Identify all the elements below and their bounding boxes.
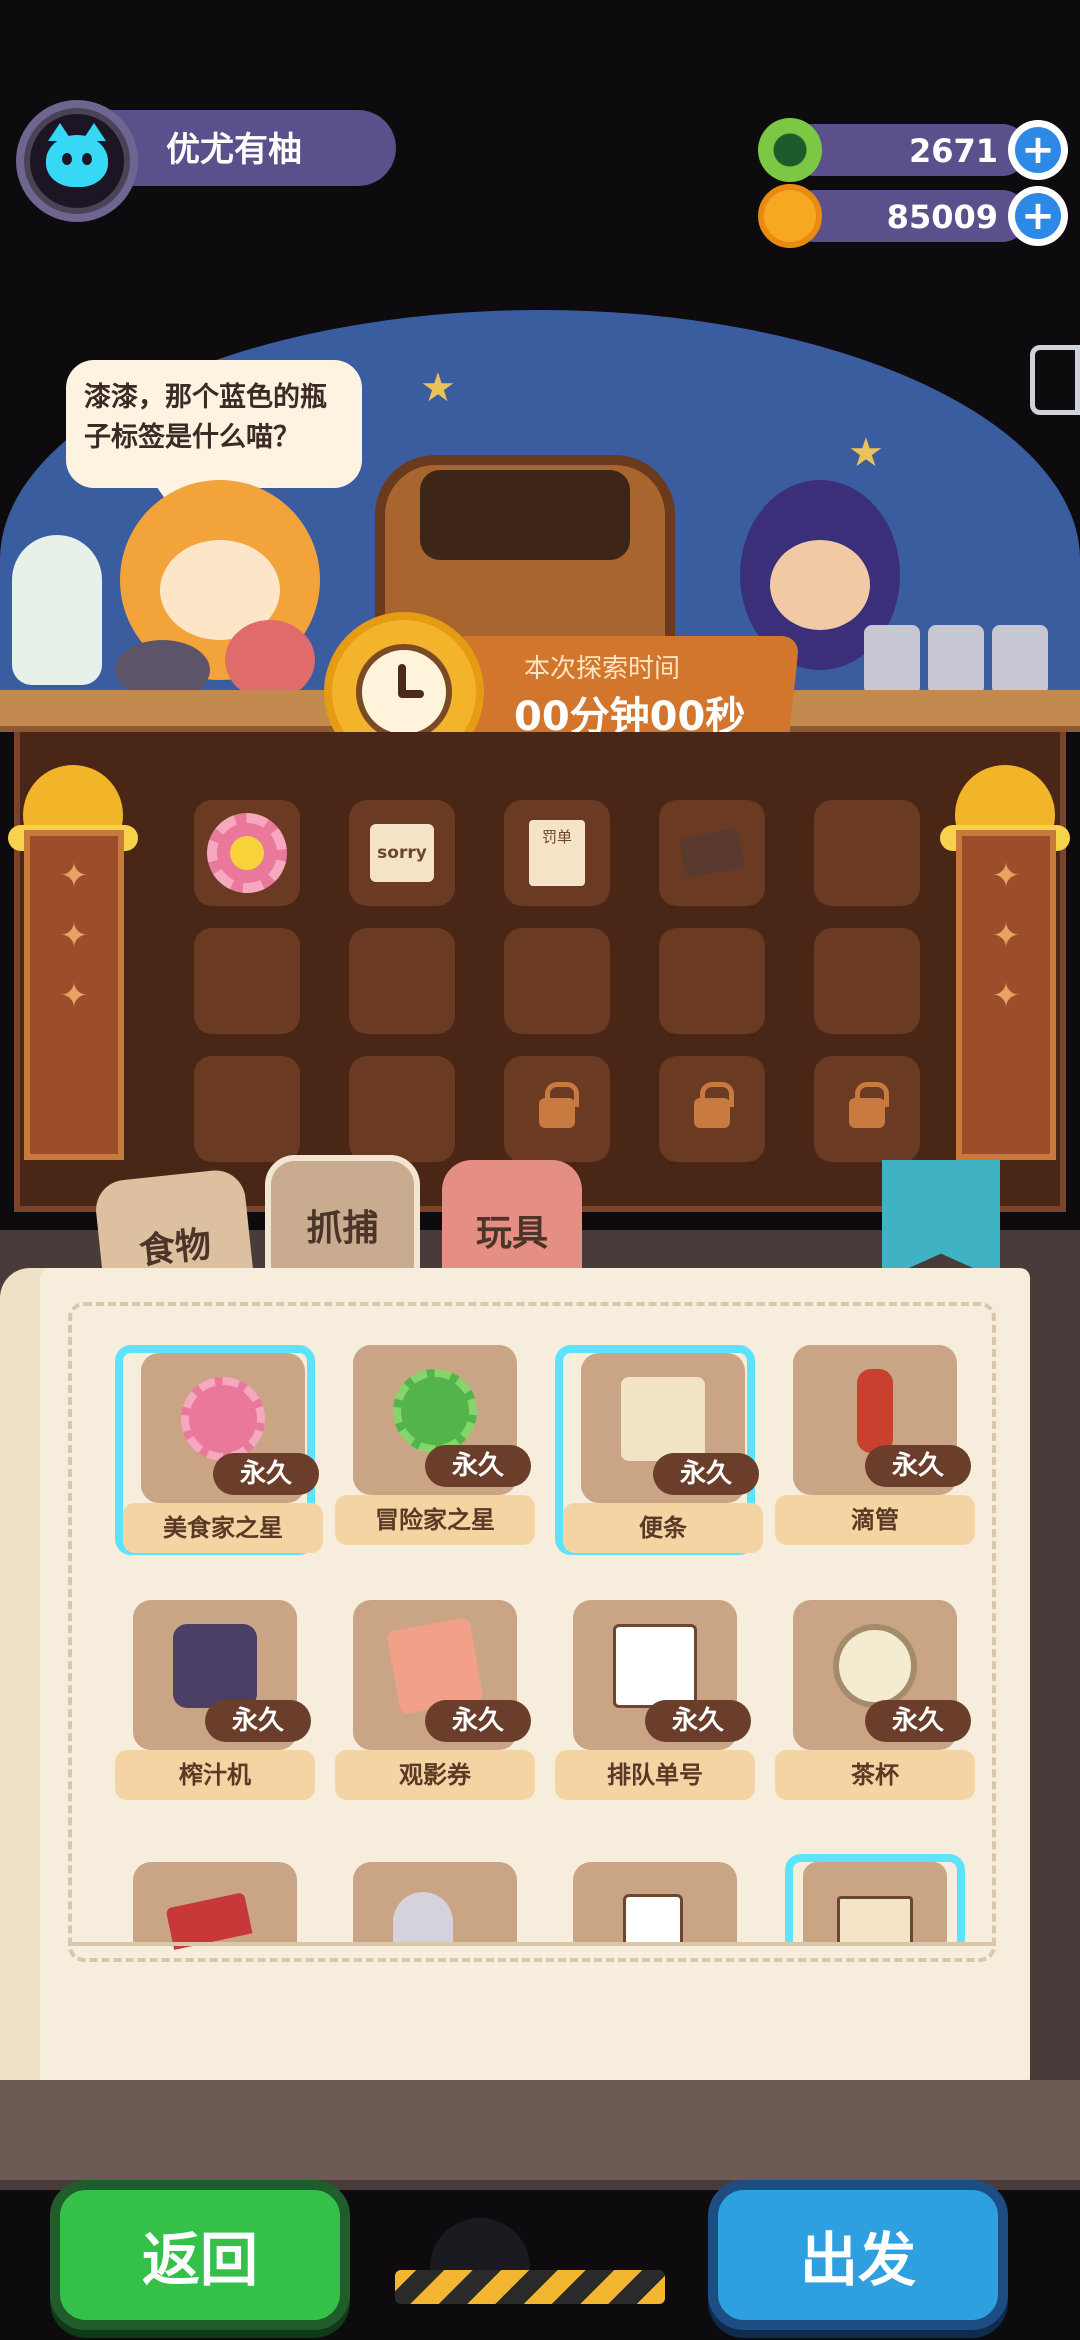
permanent-badge: 永久 [205, 1700, 311, 1742]
home-sign-icon [678, 827, 746, 879]
item-card[interactable] [573, 1862, 737, 1942]
item-name: 排队单号 [555, 1750, 755, 1800]
sorry-note-icon: sorry [370, 824, 434, 882]
lock-icon [849, 1082, 889, 1128]
plus-icon: + [1015, 127, 1061, 173]
item-card[interactable]: 永久 排队单号 [555, 1600, 755, 1810]
item-name: 观影券 [335, 1750, 535, 1800]
item-card[interactable] [353, 1862, 517, 1942]
item-name: 滴管 [775, 1495, 975, 1545]
item-card[interactable] [785, 1854, 965, 1944]
back-button[interactable]: 返回 [50, 2180, 350, 2330]
inventory-slot[interactable] [349, 928, 455, 1034]
fish-icon: ✦ [991, 916, 1021, 956]
backpack-opening [420, 470, 630, 560]
coin-amount: 85009 [886, 198, 998, 236]
page-divider [68, 1942, 996, 1946]
rocket-toy [12, 535, 102, 685]
item-name: 便条 [563, 1503, 763, 1553]
star-icon: ★ [420, 365, 456, 411]
teacup-icon [833, 1624, 917, 1708]
item-card[interactable] [133, 1862, 297, 1950]
speech-bubble: 漆漆，那个蓝色的瓶子标签是什么喵？ [66, 360, 362, 514]
inventory-slot[interactable] [659, 800, 765, 906]
sunflower-icon [207, 813, 287, 893]
locked-slot [504, 1056, 610, 1162]
permanent-badge: 永久 [865, 1445, 971, 1487]
inventory-slot[interactable]: sorry [349, 800, 455, 906]
item-card[interactable]: 永久 美食家之星 [115, 1345, 323, 1555]
fish-icon: ✦ [59, 916, 89, 956]
fish-icon: ✦ [59, 976, 89, 1016]
juicer-icon [173, 1624, 257, 1708]
item-card[interactable]: 永久 榨汁机 [115, 1600, 315, 1810]
permanent-badge: 永久 [653, 1453, 759, 1495]
depart-button[interactable]: 出发 [708, 2180, 1008, 2330]
inventory-slot[interactable]: 罚单 [504, 800, 610, 906]
permanent-badge: 永久 [213, 1453, 319, 1495]
fine-ticket-icon: 罚单 [529, 820, 585, 886]
add-coins-button[interactable]: + [1008, 186, 1068, 246]
inventory-slot[interactable] [814, 928, 920, 1034]
inventory-slot[interactable] [349, 1056, 455, 1162]
locked-slot [814, 1056, 920, 1162]
planet-coin-icon [758, 184, 822, 248]
donut-gem-icon [758, 118, 822, 182]
memo-note-icon [621, 1377, 705, 1461]
dropper-icon [857, 1369, 893, 1453]
adventurer-star-icon [393, 1369, 477, 1453]
inventory-slot[interactable] [659, 928, 765, 1034]
side-clip-icon[interactable] [1030, 345, 1080, 415]
right-banner: ✦ ✦ ✦ [956, 830, 1056, 1160]
permanent-badge: 永久 [425, 1445, 531, 1487]
fish-icon: ✦ [59, 856, 89, 896]
avatar[interactable] [30, 114, 124, 208]
permanent-badge: 永久 [645, 1700, 751, 1742]
item-name: 冒险家之星 [335, 1495, 535, 1545]
item-name: 茶杯 [775, 1750, 975, 1800]
gourmet-star-icon [181, 1377, 265, 1461]
item-name: 美食家之星 [123, 1503, 323, 1553]
fine-ticket-icon [837, 1896, 913, 1944]
permanent-badge: 永久 [425, 1700, 531, 1742]
item-card[interactable]: 永久 茶杯 [775, 1600, 975, 1810]
player-profile[interactable]: 优尤有柚 [16, 100, 396, 230]
item-card[interactable]: 永久 滴管 [775, 1345, 975, 1555]
disc-icon [393, 1892, 453, 1942]
gem-counter: 2671 + [758, 118, 1068, 182]
playing-card-icon [623, 1894, 683, 1942]
add-gems-button[interactable]: + [1008, 120, 1068, 180]
permanent-badge: 永久 [865, 1700, 971, 1742]
inventory-slot[interactable] [814, 800, 920, 906]
item-card[interactable]: 永久 冒险家之星 [335, 1345, 535, 1555]
peeking-cat [430, 2218, 530, 2278]
inventory-slot[interactable] [194, 928, 300, 1034]
yarn-ball [225, 620, 315, 700]
queue-number-icon [613, 1624, 697, 1708]
fish-icon: ✦ [991, 856, 1021, 896]
inventory-slot[interactable] [504, 928, 610, 1034]
item-card[interactable]: 永久 便条 [555, 1345, 763, 1555]
item-card[interactable]: 永久 观影券 [335, 1600, 535, 1810]
left-banner: ✦ ✦ ✦ [24, 830, 124, 1160]
timer-label: 本次探索时间 [524, 654, 681, 684]
inventory-slot[interactable] [194, 800, 300, 906]
lock-icon [694, 1082, 734, 1128]
gem-amount: 2671 [908, 132, 998, 170]
fish-icon: ✦ [991, 976, 1021, 1016]
book-spine [0, 2080, 1080, 2180]
lock-icon [539, 1082, 579, 1128]
star-icon: ★ [848, 430, 884, 476]
inventory-slot[interactable] [194, 1056, 300, 1162]
player-name: 优尤有柚 [166, 130, 302, 170]
bottle-rack [860, 575, 1060, 695]
cat-face-icon [46, 123, 108, 187]
locked-slot [659, 1056, 765, 1162]
plus-icon: + [1015, 193, 1061, 239]
item-name: 榨汁机 [115, 1750, 315, 1800]
hazard-stripe [395, 2270, 665, 2304]
coin-counter: 85009 + [758, 184, 1068, 248]
